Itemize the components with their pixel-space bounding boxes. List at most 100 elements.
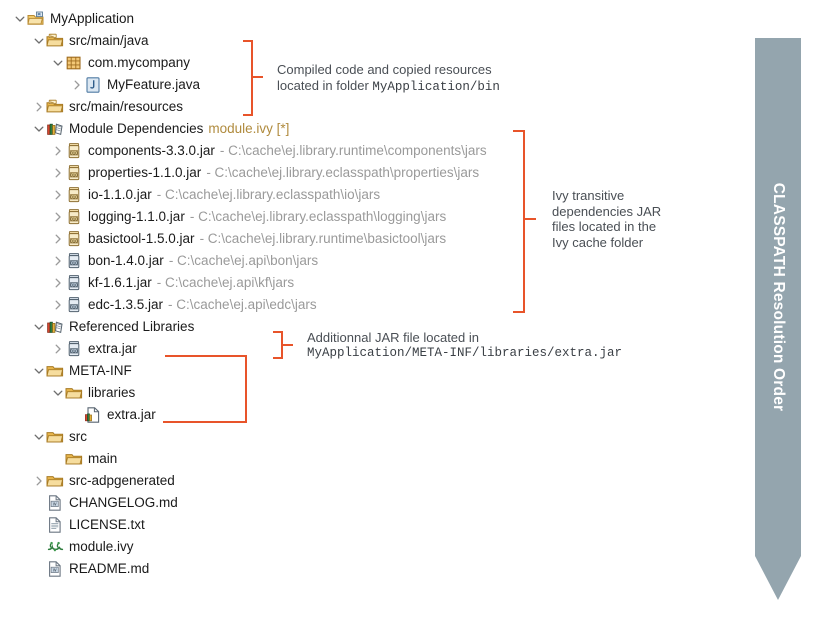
package-icon	[65, 54, 83, 72]
tree-row-label: META-INF	[69, 363, 132, 378]
tree-row[interactable]: META-INF	[0, 360, 740, 382]
tree-row-path: - C:\cache\ej.api\bon\jars	[168, 253, 319, 268]
folder-icon	[46, 362, 64, 380]
tree-row[interactable]: extra.jar	[0, 404, 740, 426]
tree-row-path: - C:\cache\ej.library.eclasspath\io\jars	[156, 187, 381, 202]
chevron-right-icon[interactable]	[32, 470, 46, 492]
tree-row-path: - C:\cache\ej.api\kf\jars	[156, 275, 295, 290]
connector-extra-spine	[245, 355, 247, 423]
jar-library-icon: 010	[65, 186, 83, 204]
tree-row[interactable]: 010 edc-1.3.5.jar - C:\cache\ej.api\edc\ja…	[0, 294, 740, 316]
callout-ivy-line3: files located in the	[552, 219, 657, 234]
svg-text:010: 010	[70, 194, 78, 199]
svg-text:010: 010	[70, 348, 78, 353]
library-icon	[46, 120, 64, 138]
bracket-compiled-spine	[251, 40, 253, 116]
tree-row-label: src-adpgenerated	[69, 473, 175, 488]
tree-row-label: io-1.1.0.jar	[88, 187, 152, 202]
tree-row-label: src	[69, 429, 87, 444]
callout-compiled-line1: Compiled code and copied resources	[277, 62, 492, 77]
tree-row[interactable]: 010 properties-1.1.0.jar - C:\cache\ej.lib…	[0, 162, 740, 184]
bracket-compiled-bottom	[243, 113, 253, 116]
chevron-down-icon[interactable]	[13, 8, 27, 30]
tree-row-path: - C:\cache\ej.library.runtime\components…	[219, 143, 487, 158]
chevron-down-icon[interactable]	[51, 52, 65, 74]
chevron-right-icon[interactable]	[70, 74, 84, 96]
tree-row[interactable]: src-adpgenerated	[0, 470, 740, 492]
chevron-right-icon[interactable]	[51, 206, 65, 228]
callout-extra-path: MyApplication/META-INF/libraries/extra.j…	[307, 345, 623, 360]
tree-row[interactable]: 010 kf-1.6.1.jar - C:\cache\ej.api\kf\jars	[0, 272, 740, 294]
chevron-right-icon[interactable]	[51, 228, 65, 250]
chevron-down-icon[interactable]	[32, 316, 46, 338]
svg-text:010: 010	[70, 282, 78, 287]
bracket-compiled-stem	[251, 76, 263, 78]
chevron-down-icon[interactable]	[32, 426, 46, 448]
tree-row[interactable]: src/main/java	[0, 30, 740, 52]
callout-ivy-line1: Ivy transitive	[552, 188, 625, 203]
callout-compiled-line2: located in folder MyApplication/bin	[277, 78, 500, 96]
folder-icon	[46, 472, 64, 490]
chevron-down-icon[interactable]	[51, 382, 65, 404]
tree-row-label: basictool-1.5.0.jar	[88, 231, 195, 246]
tree-row[interactable]: main	[0, 448, 740, 470]
project-icon	[27, 10, 45, 28]
tree-row[interactable]: w CHANGELOG.md	[0, 492, 740, 514]
tree-row[interactable]: src/main/resources	[0, 96, 740, 118]
markdown-file-icon: w	[46, 494, 64, 512]
chevron-right-icon[interactable]	[51, 184, 65, 206]
bracket-ivy-spine	[523, 130, 525, 313]
chevron-right-icon[interactable]	[51, 338, 65, 360]
tree-row[interactable]: LICENSE.txt	[0, 514, 740, 536]
svg-text:010: 010	[70, 260, 78, 265]
ivy-file-icon	[46, 538, 64, 556]
tree-row-label: kf-1.6.1.jar	[88, 275, 152, 290]
chevron-right-icon[interactable]	[32, 96, 46, 118]
chevron-down-icon[interactable]	[32, 30, 46, 52]
chevron-right-icon[interactable]	[51, 272, 65, 294]
tree-row[interactable]: src	[0, 426, 740, 448]
jar-api-icon: 010	[65, 274, 83, 292]
tree-row-label: extra.jar	[88, 341, 137, 356]
chevron-right-icon[interactable]	[51, 140, 65, 162]
tree-row[interactable]: w README.md	[0, 558, 740, 580]
tree-row[interactable]: module.ivy	[0, 536, 740, 558]
tree-row[interactable]: Module Dependencies module.ivy [*]	[0, 118, 740, 140]
tree-row-path: - C:\cache\ej.library.eclasspath\propert…	[206, 165, 480, 180]
chevron-right-icon[interactable]	[51, 250, 65, 272]
tree-row-label: src/main/resources	[69, 99, 184, 114]
tree-row[interactable]: MyApplication	[0, 8, 740, 30]
bracket-extra-bottom	[273, 357, 283, 359]
tree-row-label: main	[88, 451, 118, 466]
tree-row[interactable]: libraries	[0, 382, 740, 404]
tree-row-ivy-descriptor: module.ivy [*]	[208, 121, 290, 136]
jar-library-icon: 010	[65, 142, 83, 160]
tree-row[interactable]: 010 bon-1.4.0.jar - C:\cache\ej.api\bon\ja…	[0, 250, 740, 272]
bracket-extra-stem	[281, 344, 293, 346]
tree-row-label: bon-1.4.0.jar	[88, 253, 164, 268]
callout-ivy-line2: dependencies JAR	[552, 203, 662, 219]
chevron-down-icon[interactable]	[32, 118, 46, 140]
callout-compiled-path: MyApplication/bin	[372, 79, 500, 94]
svg-text:010: 010	[70, 304, 78, 309]
tree-row-path: - C:\cache\ej.library.eclasspath\logging…	[189, 209, 447, 224]
tree-row-label: MyFeature.java	[107, 77, 201, 92]
tree-row-label: extra.jar	[107, 407, 156, 422]
chevron-right-icon[interactable]	[51, 294, 65, 316]
svg-text:w: w	[53, 502, 57, 508]
chevron-down-icon[interactable]	[32, 360, 46, 382]
tree-row-label: properties-1.1.0.jar	[88, 165, 202, 180]
tree-row-label: edc-1.3.5.jar	[88, 297, 164, 312]
chevron-right-icon[interactable]	[51, 162, 65, 184]
svg-text:010: 010	[70, 150, 78, 155]
jar-file-icon	[84, 406, 102, 424]
tree-row[interactable]: 010 components-3.3.0.jar - C:\cache\ej.lib…	[0, 140, 740, 162]
tree-row-label: MyApplication	[50, 11, 135, 26]
connector-extra-top	[165, 355, 247, 357]
tree-row-label: module.ivy	[69, 539, 134, 554]
markdown-file-icon: w	[46, 560, 64, 578]
classpath-resolution-order-arrow: CLASSPATH Resolution Order	[755, 38, 801, 600]
tree-row-label: com.mycompany	[88, 55, 191, 70]
folder-icon	[65, 450, 83, 468]
callout-compiled-line2-prefix: located in folder	[277, 77, 373, 93]
